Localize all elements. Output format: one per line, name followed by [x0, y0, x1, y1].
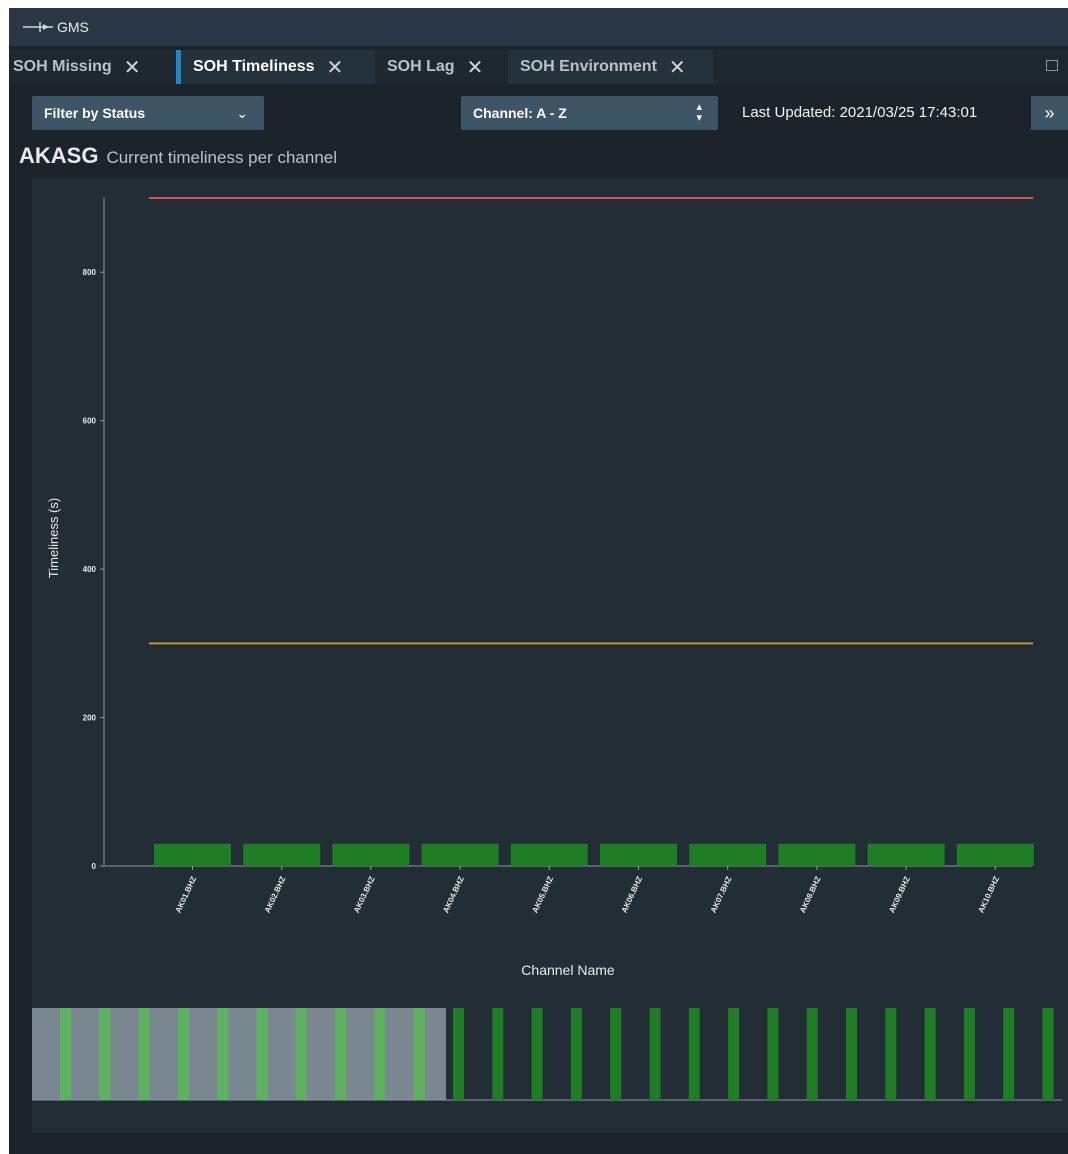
overview-bar — [728, 1008, 740, 1100]
timeliness-bar — [421, 843, 499, 866]
overview-bar — [610, 1008, 622, 1100]
filter-label: Filter by Status — [44, 105, 146, 121]
close-icon[interactable]: ✕ — [467, 55, 484, 80]
y-tick-label: 400 — [83, 565, 97, 574]
x-tick-label: AK09.BHZ — [887, 875, 912, 914]
tab-soh-environment[interactable]: SOH Environment ✕ — [508, 50, 713, 84]
timeliness-bar — [778, 843, 856, 866]
tab-soh-missing[interactable]: SOH Missing ✕ — [9, 50, 180, 84]
x-tick-label: AK08.BHZ — [798, 875, 823, 914]
tab-label: SOH Lag — [387, 58, 455, 75]
overview-bar — [453, 1008, 464, 1100]
overview-bar — [531, 1008, 543, 1100]
overview-bar — [885, 1008, 897, 1100]
overview-bar — [846, 1008, 857, 1100]
x-axis-label: Channel Name — [521, 962, 615, 978]
tab-soh-lag[interactable]: SOH Lag ✕ — [375, 50, 508, 84]
tab-label: SOH Missing — [13, 58, 112, 75]
app-title: GMS — [57, 19, 89, 35]
overview-bar — [924, 1008, 936, 1100]
sort-arrows-icon: ▴ ▾ — [696, 101, 702, 124]
timeliness-bar — [867, 843, 945, 866]
overview-bar — [649, 1008, 661, 1100]
timeliness-bar — [332, 843, 410, 866]
chevron-down-icon: ⌄ — [236, 104, 248, 121]
overview-bar — [138, 1008, 150, 1100]
overview-bar — [413, 1008, 425, 1100]
overview-bar — [570, 1008, 582, 1100]
timeliness-bar — [689, 843, 767, 866]
overview-bar — [217, 1008, 229, 1100]
x-tick-label: AK04.BHZ — [441, 875, 466, 914]
maximize-icon[interactable] — [1046, 60, 1058, 71]
overview-bar — [1003, 1008, 1015, 1100]
y-tick-label: 0 — [92, 862, 97, 871]
tab-bar: SOH Missing ✕ SOH Timeliness ✕ SOH Lag ✕… — [9, 50, 1068, 84]
overview-bar — [806, 1008, 818, 1100]
chart-panel: 0 200 400 600 800 Timeliness (s) AK01.BHZ AK02.… — [32, 178, 1068, 1133]
app-window: GMS SOH Missing ✕ SOH Timeliness ✕ SOH L… — [9, 8, 1068, 1154]
timeliness-bar — [243, 843, 321, 866]
last-updated-text: Last Updated: 2021/03/25 17:43:01 — [742, 104, 978, 121]
timeliness-bar — [956, 843, 1034, 866]
timeliness-bar — [154, 843, 231, 866]
tab-soh-timeliness[interactable]: SOH Timeliness ✕ — [181, 50, 375, 84]
y-tick-label: 600 — [83, 417, 97, 426]
overview-bar — [60, 1008, 71, 1100]
channel-sort-select[interactable]: Channel: A - Z ▴ ▾ — [461, 96, 718, 130]
tab-label: SOH Timeliness — [193, 58, 315, 75]
y-axis-label: Timeliness (s) — [46, 498, 61, 578]
tab-label: SOH Environment — [520, 58, 657, 75]
overview-bar — [688, 1008, 700, 1100]
gms-logo-icon — [23, 20, 53, 34]
overview-bar — [492, 1008, 504, 1100]
expand-toolbar-button[interactable]: » — [1031, 96, 1068, 130]
x-tick-label: AK10.BHZ — [976, 875, 1001, 914]
close-icon[interactable]: ✕ — [669, 55, 686, 80]
close-icon[interactable]: ✕ — [124, 55, 141, 80]
overview-bar — [295, 1008, 307, 1100]
close-icon[interactable]: ✕ — [327, 55, 344, 80]
overview-bar — [177, 1008, 189, 1100]
overview-bar — [374, 1008, 386, 1100]
timeliness-bar-chart[interactable]: 0 200 400 600 800 Timeliness (s) AK01.BHZ AK02.… — [32, 178, 1068, 1133]
title-bar: GMS — [9, 8, 1068, 46]
station-name: AKASG — [19, 143, 99, 168]
y-tick-label: 200 — [83, 714, 97, 723]
page-subtitle: Current timeliness per channel — [106, 148, 338, 167]
overview-bar — [335, 1008, 347, 1100]
overview-bar — [963, 1008, 975, 1100]
x-tick-label: AK07.BHZ — [709, 875, 734, 914]
overview-bar — [767, 1008, 779, 1100]
timeliness-bar — [600, 843, 677, 866]
overview-bar — [1042, 1008, 1054, 1100]
overview-bar — [99, 1008, 111, 1100]
x-tick-label: AK05.BHZ — [530, 875, 555, 914]
y-tick-label: 800 — [83, 268, 97, 277]
filter-by-status-dropdown[interactable]: Filter by Status ⌄ — [32, 96, 264, 130]
overview-bar — [256, 1008, 268, 1100]
x-tick-label: AK06.BHZ — [620, 875, 645, 914]
timeliness-bar — [510, 843, 588, 866]
sort-label: Channel: A - Z — [473, 105, 567, 121]
x-tick-label: AK02.BHZ — [263, 875, 288, 914]
x-tick-label: AK01.BHZ — [174, 875, 199, 914]
x-tick-label: AK03.BHZ — [352, 875, 377, 914]
page-heading: AKASG Current timeliness per channel — [19, 143, 337, 169]
